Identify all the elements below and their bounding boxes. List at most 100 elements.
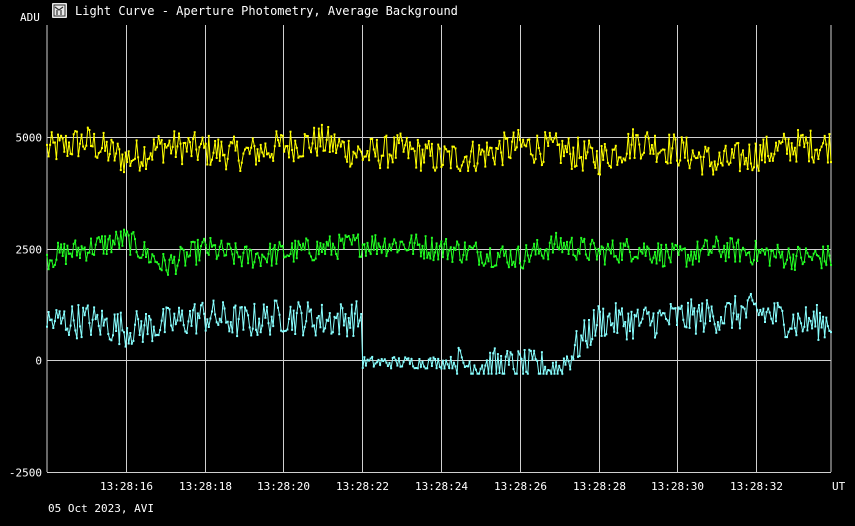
series-0-point xyxy=(160,139,163,142)
series-2-point xyxy=(621,307,623,310)
series-1-point xyxy=(803,261,806,263)
series-1-point xyxy=(762,249,765,252)
series-1-point xyxy=(611,239,614,242)
series-1-point xyxy=(616,258,619,261)
series-1-point xyxy=(558,248,561,251)
series-1-point xyxy=(182,248,185,251)
series-0-point xyxy=(317,127,320,130)
series-2-point xyxy=(523,349,526,351)
series-0-point xyxy=(705,150,708,153)
series-2-point xyxy=(143,324,146,327)
series-0-point xyxy=(220,140,223,143)
series-0-point xyxy=(302,155,305,158)
series-2-point xyxy=(592,309,595,312)
series-1-point xyxy=(407,249,410,251)
series-0-point xyxy=(817,158,820,160)
series-0-point xyxy=(368,159,371,162)
series-0-point xyxy=(242,152,245,155)
series-1-point xyxy=(108,234,111,237)
series-2-point xyxy=(451,367,454,370)
series-2-point xyxy=(826,325,829,328)
series-1-point xyxy=(79,257,81,259)
series-1-point xyxy=(806,252,809,255)
series-0-point xyxy=(102,131,105,134)
series-2-point xyxy=(745,316,748,319)
series-2-point xyxy=(237,318,240,321)
series-2-point xyxy=(630,310,633,313)
series-0-point xyxy=(743,163,746,166)
series-2-point xyxy=(441,359,444,362)
series-0-point xyxy=(294,139,297,142)
series-0-point xyxy=(49,143,52,146)
series-2-point xyxy=(462,361,465,364)
series-1-point xyxy=(594,247,597,250)
series-2-point xyxy=(113,313,116,316)
series-2-point xyxy=(562,357,565,360)
series-2-point xyxy=(253,302,256,305)
series-0-point xyxy=(672,133,675,136)
series-0-point xyxy=(350,162,353,165)
series-0-point xyxy=(124,151,127,154)
series-0-point xyxy=(50,131,53,134)
series-2-point xyxy=(215,321,218,324)
series-0-point xyxy=(562,155,565,158)
series-0-point xyxy=(149,152,152,155)
series-2-point xyxy=(258,317,261,320)
series-2-point xyxy=(335,317,338,320)
series-2-point xyxy=(611,322,614,325)
series-1-point xyxy=(60,243,63,246)
series-0-point xyxy=(671,147,674,150)
series-1-point xyxy=(641,252,644,255)
series-0-point xyxy=(193,131,196,134)
series-1-point xyxy=(443,243,446,245)
series-2-point xyxy=(696,310,699,313)
series-2-point xyxy=(770,317,773,320)
series-0-point xyxy=(687,159,689,162)
series-1-point xyxy=(668,256,671,259)
series-1-point xyxy=(135,251,138,254)
series-2-point xyxy=(479,367,482,370)
series-1-point xyxy=(698,260,700,263)
series-2-point xyxy=(793,327,796,330)
series-1-point xyxy=(462,254,465,256)
series-2-point xyxy=(610,324,612,327)
series-0-point xyxy=(830,161,832,164)
series-0-point xyxy=(137,156,140,159)
series-1-point xyxy=(430,236,433,239)
series-0-point xyxy=(393,136,396,139)
series-0-point xyxy=(127,150,130,153)
series-2-point xyxy=(159,329,162,332)
series-2-point xyxy=(506,350,509,352)
series-0-point xyxy=(828,133,831,136)
series-2-point xyxy=(119,311,122,314)
series-2-point xyxy=(572,358,575,361)
series-1-point xyxy=(69,252,72,255)
series-0-point xyxy=(233,135,235,138)
series-1-point xyxy=(536,239,539,241)
series-0-point xyxy=(171,145,174,148)
series-1-point xyxy=(178,259,180,262)
series-2-point xyxy=(176,319,179,322)
series-2-point xyxy=(234,304,237,307)
series-0-point xyxy=(740,153,743,156)
series-0-point xyxy=(391,161,394,164)
series-1-point xyxy=(657,242,660,245)
series-2-point xyxy=(764,321,766,323)
series-1-point xyxy=(823,260,826,263)
series-2-point xyxy=(148,315,151,317)
series-2-point xyxy=(522,372,525,375)
y-tick-label: -2500 xyxy=(9,467,42,480)
series-1-point xyxy=(314,257,317,260)
series-2-point xyxy=(619,313,622,316)
series-2-point xyxy=(478,372,481,375)
series-0-point xyxy=(493,163,496,166)
series-1-point xyxy=(320,251,323,253)
series-1-point xyxy=(654,251,656,254)
series-0-point xyxy=(342,141,345,144)
series-1-point xyxy=(767,249,770,252)
series-0-point xyxy=(595,150,598,153)
series-2-point xyxy=(632,337,634,340)
series-2-point xyxy=(731,326,733,329)
series-0-point xyxy=(83,148,86,151)
series-2-point xyxy=(781,309,784,312)
